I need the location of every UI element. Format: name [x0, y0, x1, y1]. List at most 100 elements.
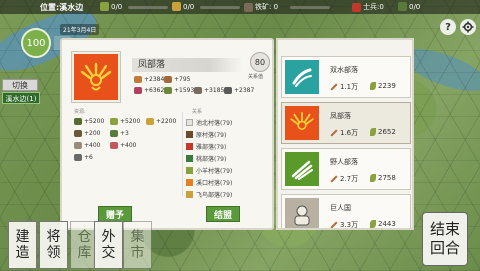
stat-bow: +1593	[164, 87, 194, 94]
stat-cavalry: +2387	[224, 87, 254, 94]
build-button[interactable]: 建造	[8, 221, 37, 269]
tribe-list-item[interactable]: 双水部落 1.1万 2239	[281, 56, 411, 98]
sword-icon	[330, 83, 338, 91]
tribe-name: 双水部落	[330, 66, 358, 74]
wave-emblem	[292, 68, 312, 87]
grain-icon	[74, 118, 82, 125]
diplomacy-button[interactable]: 外交	[94, 221, 123, 269]
iron-icon	[74, 154, 82, 161]
tribe-flag-icon	[186, 155, 193, 162]
resource-item: +5200	[110, 118, 140, 125]
relation-item: 飞鸟部落(79)	[186, 190, 232, 199]
gift-button[interactable]: 赠予	[98, 206, 132, 222]
cavalry-icon	[224, 87, 232, 94]
food-icon	[134, 87, 142, 94]
tribe-strength: 1.1万	[330, 82, 358, 92]
tribe-name: 野人部落	[330, 158, 358, 166]
tribe-list-item[interactable]: 野人部落 2.7万 2758	[281, 148, 411, 190]
resource-1: 0/0	[100, 2, 122, 11]
tribe-population: 2652	[370, 128, 396, 136]
tribe-strength: 3.3万	[330, 220, 358, 228]
stat-troop: +2384	[134, 76, 164, 83]
claw-emblem	[291, 160, 313, 180]
wood-icon	[398, 2, 407, 11]
tribe-flag-icon	[186, 131, 193, 138]
ore-icon	[244, 2, 253, 12]
gold-icon	[172, 2, 181, 11]
help-icon[interactable]: ?	[440, 19, 456, 35]
phoenix-icon	[72, 52, 120, 102]
stone-icon	[74, 142, 82, 149]
leaf-icon	[370, 174, 376, 182]
resource-bar-1	[128, 6, 168, 9]
resource-item: +5200	[74, 118, 104, 125]
tribe-strength: 2.7万	[330, 174, 358, 184]
divider	[182, 112, 183, 196]
wood-icon	[74, 130, 82, 137]
relation-score: 80	[250, 52, 270, 72]
resource-item: +200	[74, 130, 100, 137]
alliance-button[interactable]: 结盟	[206, 206, 240, 222]
bow-icon	[164, 87, 172, 94]
tribe-name: 巨人国	[330, 204, 351, 212]
relation-item: 池北村落(79)	[186, 118, 232, 127]
horse-icon	[110, 130, 118, 137]
leaf-icon	[370, 128, 376, 136]
relation-item: 桃部落(79)	[186, 154, 226, 163]
tribe-population: 2758	[370, 174, 396, 182]
switch-button[interactable]: 切换	[2, 79, 38, 91]
gear-icon-shape	[462, 21, 474, 33]
relations-label: 关系	[192, 109, 203, 115]
phoenix-icon	[285, 106, 319, 140]
sword-icon	[330, 221, 338, 228]
faction-panel: 凤部落 80 关系值 +2384 +795 +6362 +1593 +3185 …	[60, 38, 274, 230]
resource-bar-3	[290, 6, 330, 9]
tribe-population: 2443	[370, 220, 396, 228]
phoenix-emblem	[290, 112, 314, 130]
end-turn-button[interactable]: 结束 回合	[422, 212, 468, 266]
soldier-icon	[352, 2, 361, 12]
stat-food: +6362	[134, 87, 164, 94]
resources-label: 资源:	[74, 109, 86, 115]
gold-icon	[146, 118, 154, 125]
tribe-population: 2239	[370, 82, 396, 90]
sword-icon	[194, 87, 202, 94]
resource-item: +6	[74, 154, 93, 161]
meat-icon	[110, 142, 118, 149]
soldiers-stat: 士兵:0	[352, 2, 384, 12]
resource-item: +400	[110, 142, 136, 149]
tribe-flag-icon	[186, 167, 193, 174]
stat-sword: +3185	[194, 87, 224, 94]
resource-item: +400	[74, 142, 100, 149]
relation-score-label: 关系值	[248, 74, 264, 80]
faction-name: 凤部落	[132, 58, 242, 72]
tribe-flag-icon	[186, 143, 193, 150]
claw-icon	[285, 152, 319, 186]
sword-icon	[330, 129, 338, 137]
tribe-strength: 1.6万	[330, 128, 358, 138]
tribe-list-item-selected[interactable]: 凤部落 1.6万 2652	[281, 102, 411, 144]
wave-icon	[285, 60, 319, 94]
giant-emblem	[294, 205, 310, 226]
resource-item: +2200	[146, 118, 176, 125]
location-button[interactable]: 溪水边(1)	[2, 92, 40, 104]
gear-icon[interactable]	[460, 19, 476, 35]
game-date: 21年3月4日	[60, 24, 100, 35]
resource-4: 0/0	[398, 2, 420, 11]
relation-item: 原村落(79)	[186, 130, 226, 139]
tribe-flag-icon	[186, 179, 193, 186]
leaf-icon	[370, 220, 376, 228]
population-gauge[interactable]: 100	[21, 28, 51, 58]
tribe-name: 凤部落	[330, 112, 351, 120]
location-label: 位置:溪水边	[40, 3, 84, 12]
resource-bar-2	[200, 6, 240, 9]
stat-spear: +795	[164, 76, 190, 83]
generals-button[interactable]: 将领	[39, 221, 68, 269]
spear-icon	[164, 76, 172, 83]
tribe-list-item[interactable]: 巨人国 3.3万 2443	[281, 194, 411, 228]
tribe-flag-icon	[186, 119, 193, 126]
market-button[interactable]: 集市	[123, 221, 152, 269]
phoenix-emblem	[80, 62, 112, 91]
relation-item: 雅部落(79)	[186, 142, 226, 151]
tribe-list[interactable]: 双水部落 1.1万 2239 凤部落 1.6万 2652 野人部落 2.7万 2…	[276, 38, 414, 230]
